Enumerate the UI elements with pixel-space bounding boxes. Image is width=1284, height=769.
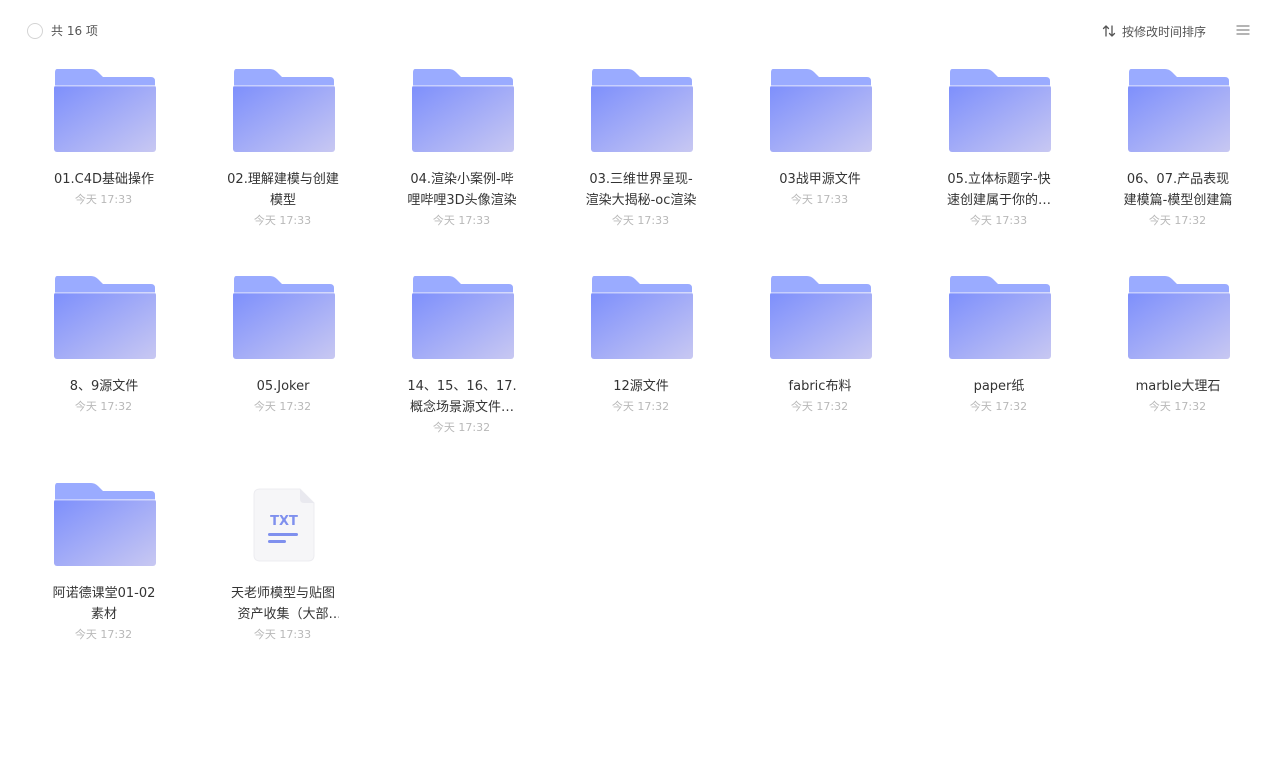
file-item[interactable]: TXT 天老师模型与贴图资产收集（大部分）.txt 今天 17:33 — [193, 476, 372, 676]
folder-item[interactable]: 06、07.产品表现建模篇-模型创建篇今天 17:32 — [1088, 62, 1267, 262]
folder-icon — [591, 276, 693, 359]
item-date: 今天 17:33 — [253, 628, 312, 641]
item-date: 今天 17:33 — [432, 214, 491, 227]
folder-icon — [770, 69, 872, 152]
folder-icon — [770, 276, 872, 359]
folder-thumbnail — [590, 69, 694, 153]
folder-item[interactable]: 14、15、16、17.概念场景源文件合集今天 17:32 — [372, 269, 551, 469]
folder-thumbnail — [411, 69, 515, 153]
item-name: marble大理石 — [1135, 379, 1221, 394]
item-name: 03.三维世界呈现-渲染大揭秘-oc渲染 — [585, 172, 697, 208]
item-date: 今天 17:33 — [74, 193, 133, 206]
folder-item[interactable]: 阿诺德课堂01-02素材今天 17:32 — [14, 476, 193, 676]
txt-file-icon: TXT — [253, 488, 315, 562]
item-name: 8、9源文件 — [69, 379, 139, 394]
folder-icon — [54, 276, 156, 359]
folder-icon — [949, 69, 1051, 152]
item-name: 12源文件 — [613, 379, 669, 394]
folder-thumbnail — [53, 276, 157, 360]
item-date: 今天 17:32 — [74, 628, 133, 641]
folder-icon — [412, 69, 514, 152]
folder-thumbnail — [590, 276, 694, 360]
item-name: 天老师模型与贴图资产收集（大部分）.txt — [230, 586, 335, 622]
folder-item[interactable]: 02.理解建模与创建模型今天 17:33 — [193, 62, 372, 262]
toolbar: 共 16 项 按修改时间排序 — [0, 0, 1284, 62]
folder-icon — [54, 483, 156, 566]
item-name: 05.立体标题字-快速创建属于你的立体字 — [946, 172, 1051, 208]
item-name: paper纸 — [973, 379, 1025, 394]
item-name: 01.C4D基础操作 — [53, 172, 155, 187]
folder-thumbnail — [769, 69, 873, 153]
item-date: 今天 17:33 — [790, 193, 849, 206]
folder-item[interactable]: 01.C4D基础操作 今天 17:33 — [14, 62, 193, 262]
folder-thumbnail — [411, 276, 515, 360]
folder-item[interactable]: 05.Joker 今天 17:32 — [193, 269, 372, 469]
item-date: 今天 17:33 — [253, 214, 312, 227]
item-name: 14、15、16、17.概念场景源文件合集 — [407, 379, 517, 415]
item-date: 今天 17:33 — [611, 214, 670, 227]
folder-thumbnail — [1127, 276, 1231, 360]
sort-arrows-icon — [1102, 25, 1116, 37]
sort-label: 按修改时间排序 — [1121, 24, 1206, 39]
folder-item[interactable]: paper纸 今天 17:32 — [909, 269, 1088, 469]
item-date: 今天 17:32 — [1148, 214, 1207, 227]
item-date: 今天 17:33 — [969, 214, 1028, 227]
folder-item[interactable]: 05.立体标题字-快速创建属于你的立体字今天 17:33 — [909, 62, 1088, 262]
item-name: 03战甲源文件 — [779, 172, 861, 187]
folder-thumbnail — [769, 276, 873, 360]
item-date: 今天 17:32 — [74, 400, 133, 413]
folder-icon — [949, 276, 1051, 359]
folder-thumbnail — [232, 276, 336, 360]
sort-button[interactable]: 按修改时间排序 — [1102, 21, 1206, 41]
item-name: 04.渲染小案例-哔哩哔哩3D头像渲染 — [407, 172, 517, 208]
item-count: 共 16 项 — [51, 24, 98, 38]
folder-item[interactable]: 8、9源文件 今天 17:32 — [14, 269, 193, 469]
item-date: 今天 17:32 — [253, 400, 312, 413]
item-name: 06、07.产品表现建模篇-模型创建篇 — [1123, 172, 1233, 208]
folder-icon — [412, 276, 514, 359]
view-toggle-button[interactable] — [1236, 23, 1250, 37]
select-all-checkbox[interactable] — [27, 23, 43, 39]
folder-thumbnail — [948, 276, 1052, 360]
folder-icon — [591, 69, 693, 152]
item-date: 今天 17:32 — [432, 421, 491, 434]
folder-item[interactable]: 12源文件今天 17:32 — [551, 269, 730, 469]
item-name: 阿诺德课堂01-02素材 — [52, 586, 156, 622]
folder-thumbnail — [53, 483, 157, 567]
folder-icon — [233, 69, 335, 152]
item-name: fabric布料 — [788, 379, 852, 394]
item-name: 02.理解建模与创建模型 — [227, 172, 339, 208]
item-date: 今天 17:32 — [611, 400, 670, 413]
folder-item[interactable]: 03战甲源文件 今天 17:33 — [730, 62, 909, 262]
folder-item[interactable]: 03.三维世界呈现-渲染大揭秘-oc渲染今天 17:33 — [551, 62, 730, 262]
item-name: 05.Joker — [256, 379, 310, 394]
folder-icon — [1128, 276, 1230, 359]
item-date: 今天 17:32 — [790, 400, 849, 413]
item-date: 今天 17:32 — [1148, 400, 1207, 413]
folder-item[interactable]: marble大理石 今天 17:32 — [1088, 269, 1267, 469]
folder-thumbnail — [232, 69, 336, 153]
item-date: 今天 17:32 — [969, 400, 1028, 413]
folder-item[interactable]: 04.渲染小案例-哔哩哔哩3D头像渲染今天 17:33 — [372, 62, 551, 262]
folder-icon — [1128, 69, 1230, 152]
folder-thumbnail — [53, 69, 157, 153]
folder-item[interactable]: fabric布料 今天 17:32 — [730, 269, 909, 469]
txt-badge-text: TXT — [270, 514, 298, 529]
folder-thumbnail — [948, 69, 1052, 153]
folder-icon — [54, 69, 156, 152]
file-thumbnail: TXT — [232, 483, 336, 567]
folder-icon — [233, 276, 335, 359]
list-view-icon — [1236, 25, 1250, 35]
folder-thumbnail — [1127, 69, 1231, 153]
